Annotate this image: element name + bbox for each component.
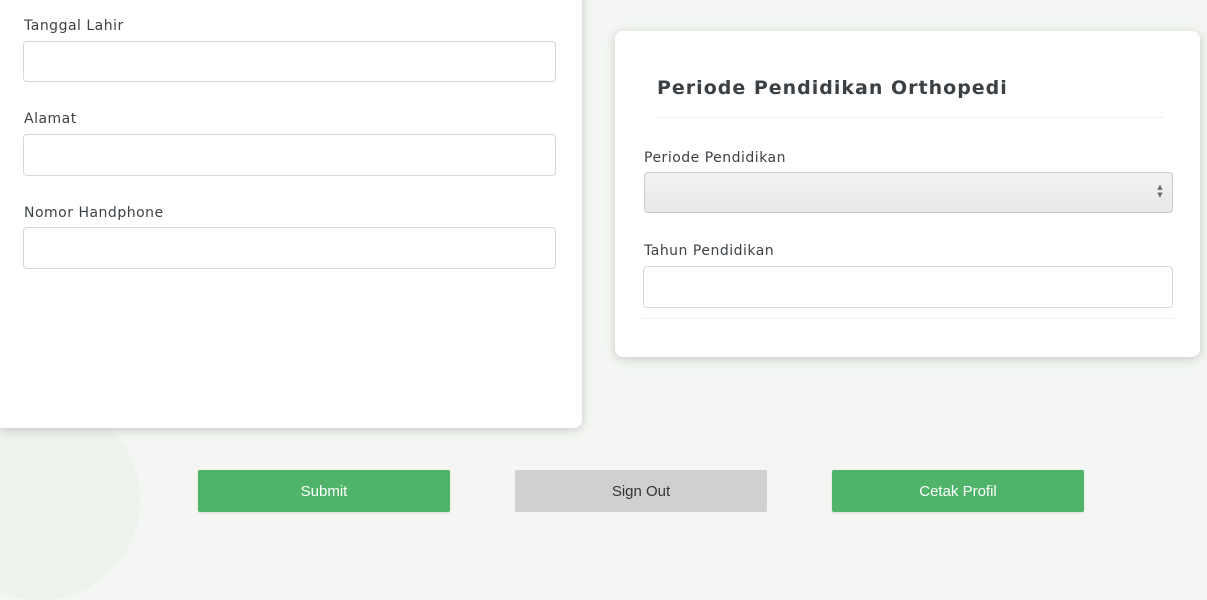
select-arrows-icon: ▲ ▼ [1157,183,1163,199]
alamat-input[interactable] [23,134,556,176]
tanggal-lahir-label: Tanggal Lahir [24,18,124,34]
periode-pendidikan-card: Periode Pendidikan Orthopedi Periode Pen… [615,31,1200,357]
personal-info-card: Tanggal Lahir Alamat Nomor Handphone [0,0,582,428]
periode-pendidikan-select[interactable]: ▲ ▼ [644,172,1173,213]
nomor-handphone-input[interactable] [23,227,556,269]
tahun-pendidikan-label: Tahun Pendidikan [644,243,775,259]
tahun-pendidikan-input[interactable] [643,266,1173,308]
tanggal-lahir-input[interactable] [23,41,556,82]
background-decoration [0,400,140,600]
title-divider [655,117,1163,118]
sign-out-button[interactable]: Sign Out [515,470,767,512]
alamat-label: Alamat [24,111,77,127]
card-title: Periode Pendidikan Orthopedi [657,77,1008,99]
cetak-profil-button[interactable]: Cetak Profil [832,470,1084,512]
nomor-handphone-label: Nomor Handphone [24,205,164,221]
card-bottom-divider [641,318,1175,319]
submit-button[interactable]: Submit [198,470,450,512]
periode-pendidikan-label: Periode Pendidikan [644,150,787,166]
